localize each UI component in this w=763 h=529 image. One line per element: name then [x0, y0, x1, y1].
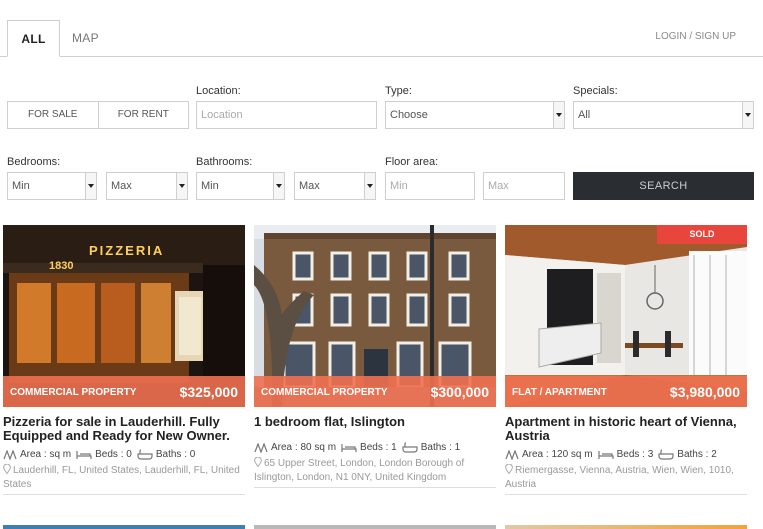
listing-card[interactable]: COMMERCIAL PROPERTY $300,000 1 bedroom f… [254, 225, 496, 488]
card-divider [3, 494, 245, 495]
bedrooms-label: Bedrooms: [7, 156, 61, 168]
pizzeria-sign-text: PIZZERIA [89, 243, 164, 258]
type-select-value: Choose [390, 109, 428, 121]
type-select[interactable]: Choose [385, 101, 565, 129]
property-price: $325,000 [179, 384, 238, 400]
listing-card[interactable]: PIZZERIA 1830 COMMERCIAL PROPERTY $325,0… [3, 225, 245, 495]
map-pin-icon [254, 456, 262, 468]
bed-icon [341, 443, 357, 452]
listing-specs: Area : sq m Beds : 0 Baths : 0 [3, 447, 245, 462]
specials-label: Specials: [573, 85, 618, 97]
area-icon [3, 449, 17, 460]
listing-photo[interactable]: SOLD FLAT / APARTMENT $3,980,000 [505, 225, 747, 407]
bedrooms-max-select[interactable]: Max [106, 172, 188, 200]
specials-select[interactable]: All [573, 101, 754, 129]
map-pin-icon [3, 463, 11, 475]
chevron-down-icon [85, 173, 96, 199]
area-value: Area : 80 sq m [271, 442, 337, 453]
listing-photo[interactable]: PIZZERIA 1830 COMMERCIAL PROPERTY $325,0… [3, 225, 245, 407]
baths-value: Baths : 0 [155, 449, 196, 460]
tab-map[interactable]: MAP [72, 20, 106, 57]
area-value: Area : 120 sq m [522, 449, 593, 460]
login-signup-link[interactable]: LOGIN / SIGN UP [655, 31, 736, 42]
bathrooms-min-select[interactable]: Min [196, 172, 285, 200]
listing-address: 65 Upper Street, London, London Borough … [254, 456, 496, 485]
bedrooms-min-value: Min [12, 180, 30, 192]
baths-spec: Baths : 1 [402, 442, 460, 453]
area-spec: Area : 80 sq m [254, 442, 336, 453]
bathrooms-label: Bathrooms: [196, 156, 253, 168]
baths-value: Baths : 1 [420, 442, 461, 453]
chevron-down-icon [273, 173, 284, 199]
for-rent-button[interactable]: FOR RENT [97, 102, 189, 128]
location-label: Location: [196, 85, 241, 97]
listing-card[interactable]: SOLD FLAT / APARTMENT $3,980,000 Apartme… [505, 225, 747, 495]
sale-rent-toggle: FOR SALE FOR RENT [7, 101, 189, 129]
bathtub-icon [658, 449, 674, 460]
search-button[interactable]: SEARCH [573, 172, 754, 200]
property-type: COMMERCIAL PROPERTY [10, 387, 137, 398]
property-type: COMMERCIAL PROPERTY [261, 387, 388, 398]
next-listing-photo[interactable] [505, 525, 747, 529]
listing-title[interactable]: Pizzeria for sale in Lauderhill. Fully E… [3, 415, 245, 443]
bathtub-icon [137, 449, 153, 460]
area-icon [254, 442, 268, 453]
listing-title[interactable]: 1 bedroom flat, Islington [254, 415, 496, 429]
listing-address: Riemergasse, Vienna, Austria, Wien, Wien… [505, 463, 747, 492]
floor-area-min-input[interactable]: Min [385, 172, 475, 200]
bathtub-icon [402, 442, 418, 453]
baths-spec: Baths : 2 [658, 449, 717, 460]
listing-photo[interactable]: COMMERCIAL PROPERTY $300,000 [254, 225, 496, 407]
bathrooms-max-value: Max [299, 180, 320, 192]
beds-value: Beds : 1 [360, 442, 397, 453]
area-spec: Area : sq m [3, 449, 71, 460]
address-text: Riemergasse, Vienna, Austria, Wien, Wien… [505, 465, 734, 490]
view-tabs: ALL MAP LOGIN / SIGN UP [0, 0, 763, 57]
listing-specs: Area : 80 sq m Beds : 1 Baths : 1 [254, 440, 496, 455]
listing-title[interactable]: Apartment in historic heart of Vienna, A… [505, 415, 747, 443]
tabs-divider [0, 56, 763, 57]
card-divider [505, 494, 747, 495]
beds-spec: Beds : 0 [76, 449, 132, 460]
area-spec: Area : 120 sq m [505, 449, 593, 460]
next-listing-photo[interactable] [3, 525, 245, 529]
tab-all[interactable]: ALL [7, 20, 60, 57]
area-value: Area : sq m [20, 449, 72, 460]
beds-spec: Beds : 1 [341, 442, 397, 453]
bed-icon [76, 450, 92, 459]
pizzeria-sign-year: 1830 [49, 260, 73, 272]
baths-value: Baths : 2 [677, 449, 717, 460]
chevron-down-icon [364, 173, 375, 199]
bathrooms-max-select[interactable]: Max [294, 172, 376, 200]
type-label: Type: [385, 85, 412, 97]
location-input[interactable]: Location [196, 101, 377, 129]
beds-value: Beds : 0 [95, 449, 132, 460]
chevron-down-icon [553, 102, 564, 128]
beds-spec: Beds : 3 [597, 449, 654, 460]
bedrooms-max-value: Max [111, 180, 132, 192]
property-price: $300,000 [430, 384, 489, 400]
map-pin-icon [505, 463, 513, 475]
for-sale-button[interactable]: FOR SALE [8, 102, 98, 128]
sold-badge: SOLD [657, 225, 747, 244]
baths-spec: Baths : 0 [137, 449, 195, 460]
floor-area-label: Floor area: [385, 156, 439, 168]
listing-specs: Area : 120 sq m Beds : 3 Baths : 2 [505, 447, 747, 462]
address-text: Lauderhill, FL, United States, Lauderhil… [3, 465, 240, 490]
specials-select-value: All [578, 109, 591, 121]
chevron-down-icon [176, 173, 187, 199]
area-icon [505, 449, 519, 460]
bathrooms-min-value: Min [201, 180, 219, 192]
property-type: FLAT / APARTMENT [512, 387, 607, 398]
bed-icon [597, 450, 614, 459]
beds-value: Beds : 3 [616, 449, 654, 460]
listing-address: Lauderhill, FL, United States, Lauderhil… [3, 463, 245, 492]
address-text: 65 Upper Street, London, London Borough … [254, 458, 465, 483]
property-price: $3,980,000 [669, 384, 740, 400]
chevron-down-icon [742, 102, 753, 128]
card-divider [254, 487, 496, 488]
bedrooms-min-select[interactable]: Min [7, 172, 97, 200]
next-listing-photo[interactable] [254, 525, 496, 529]
floor-area-max-input[interactable]: Max [483, 172, 565, 200]
